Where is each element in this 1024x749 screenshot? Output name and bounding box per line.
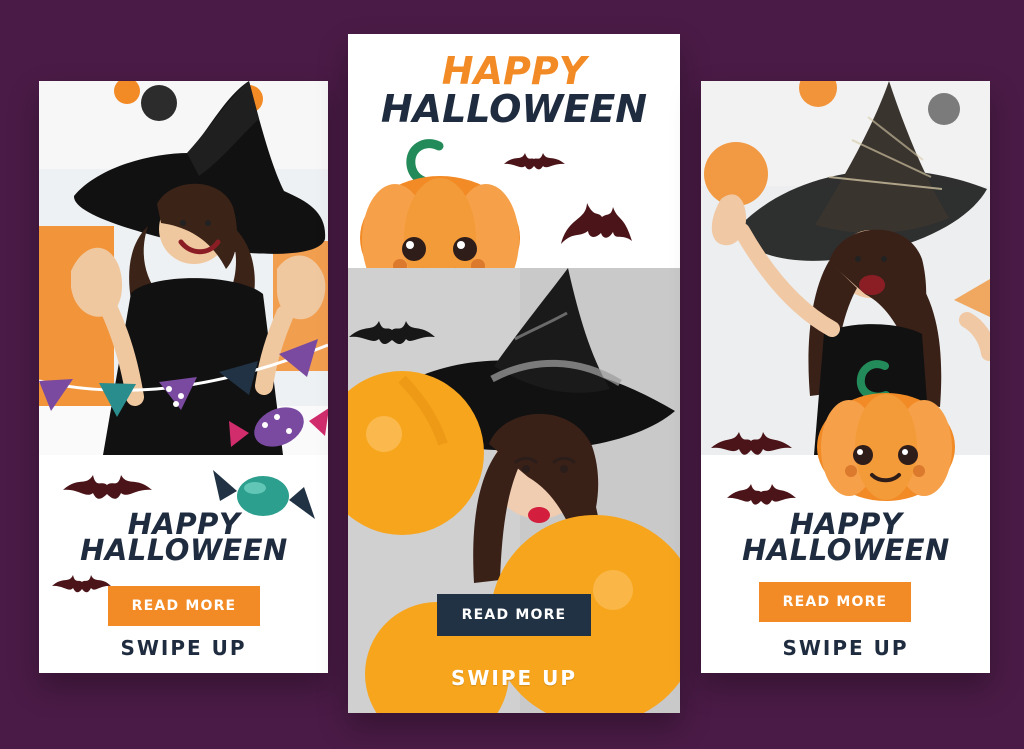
right-read-more-button[interactable]: READ MORE xyxy=(759,582,911,622)
halloween-story-templates-canvas: HAPPY HALLOWEEN READ MORE SWIPE UP HAPPY… xyxy=(0,0,1024,749)
left-swipe-up-label: SWIPE UP xyxy=(120,636,247,660)
bat-icon xyxy=(727,484,796,505)
left-read-more-button[interactable]: READ MORE xyxy=(108,586,260,626)
bat-icon xyxy=(63,475,152,499)
story-card-right: HAPPY HALLOWEEN READ MORE SWIPE UP xyxy=(701,81,990,673)
center-woman-illustration xyxy=(348,268,680,713)
bat-icon xyxy=(561,203,632,244)
center-title-line-1: HAPPY xyxy=(441,49,587,93)
left-title-line-2: HALLOWEEN xyxy=(80,533,288,568)
center-photo xyxy=(348,268,680,713)
right-swipe-up-label: SWIPE UP xyxy=(782,636,909,660)
center-swipe-up-label: SWIPE UP xyxy=(450,666,578,690)
center-title-line-2: HALLOWEEN xyxy=(380,87,648,131)
left-photo xyxy=(39,81,328,455)
right-girl-illustration xyxy=(701,81,990,455)
left-card-title: HAPPY HALLOWEEN xyxy=(59,509,309,568)
bat-icon xyxy=(52,575,111,593)
right-card-title: HAPPY HALLOWEEN xyxy=(721,509,971,568)
center-read-more-button[interactable]: READ MORE xyxy=(437,594,591,636)
bat-icon xyxy=(504,153,565,170)
story-card-center: HAPPY HALLOWEEN READ MORE SWIPE UP xyxy=(348,34,680,713)
right-photo xyxy=(701,81,990,455)
right-title-line-2: HALLOWEEN xyxy=(742,533,950,568)
story-card-left: HAPPY HALLOWEEN READ MORE SWIPE UP xyxy=(39,81,328,673)
left-girl-illustration xyxy=(39,81,328,455)
